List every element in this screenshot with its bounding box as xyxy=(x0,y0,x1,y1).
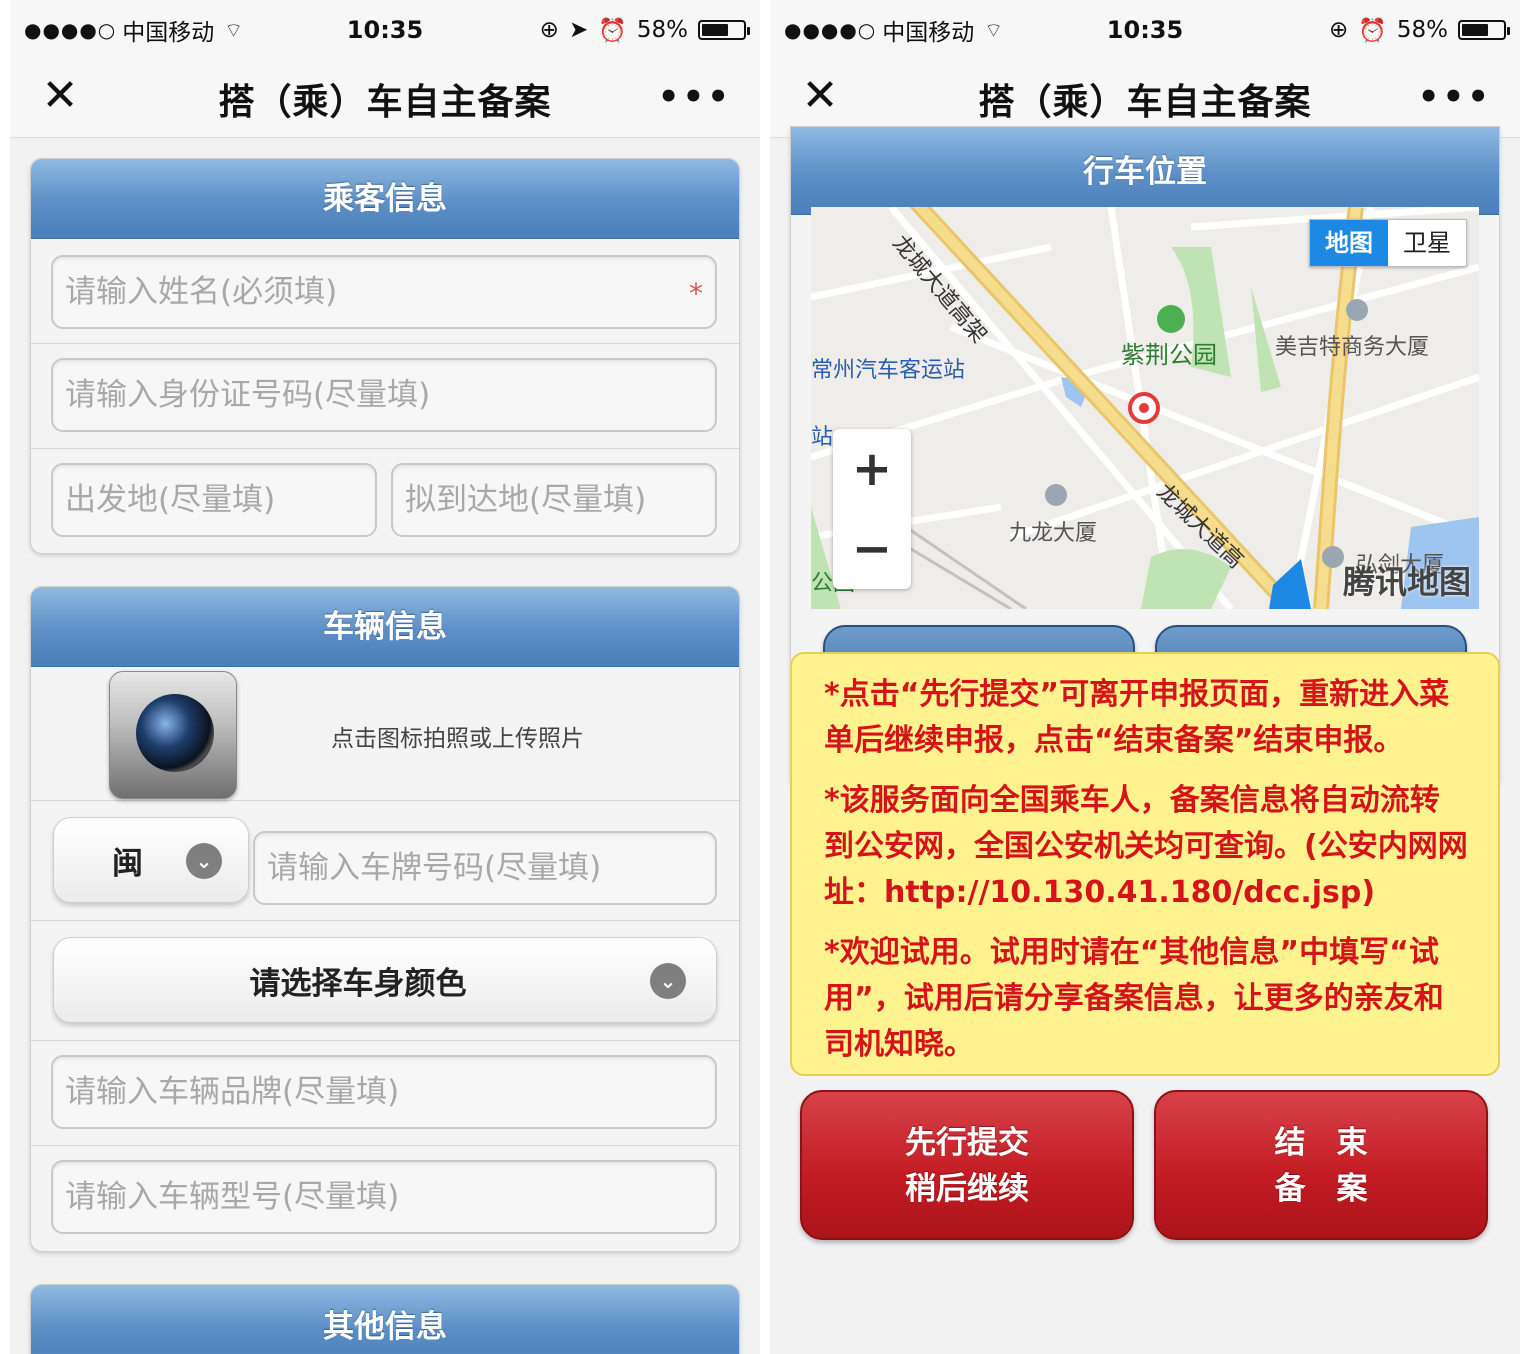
status-bar: ●●●●○ 中国移动 ⌔ 10:35 ⊕ ⏰ 58% xyxy=(770,0,1520,60)
battery-icon xyxy=(698,20,750,40)
id-row: 请输入身份证号码(尽量填) xyxy=(31,344,739,449)
name-input[interactable]: 请输入姓名(必须填) * xyxy=(51,255,717,329)
other-panel: 其他信息 xyxy=(30,1284,740,1354)
other-heading: 其他信息 xyxy=(31,1285,739,1354)
close-icon[interactable]: ✕ xyxy=(38,74,82,118)
location-heading: 行车位置 xyxy=(791,127,1499,215)
map-label-meijite: 美吉特商务大厦 xyxy=(1275,335,1430,360)
status-bar: ●●●●○ 中国移动 ⌔ 10:35 ⊕ ➤ ⏰ 58% xyxy=(10,0,760,60)
plate-number-input[interactable]: 请输入车牌号码(尽量填) xyxy=(253,831,717,905)
map-type-switch: 地图 卫星 xyxy=(1309,219,1467,267)
required-mark: * xyxy=(689,277,703,310)
more-icon[interactable]: ••• xyxy=(658,80,732,114)
submit-later-button[interactable]: 先行提交 稍后继续 xyxy=(800,1090,1134,1240)
submit-label-line1: 先行提交 xyxy=(905,1125,1029,1161)
chevron-down-icon: ⌄ xyxy=(650,963,686,999)
notice-paragraph-2: *该服务面向全国乘车人，备案信息将自动流转到公安网，全国公安机关均可查询。(公安… xyxy=(824,783,1468,910)
rotation-lock-icon: ⊕ xyxy=(539,17,559,43)
map-label-station: 常州汽车客运站 xyxy=(811,358,966,383)
notice-paragraph-1: *点击“先行提交”可离开申报页面，重新进入菜单后继续申报，点击“结束备案”结束申… xyxy=(824,677,1450,758)
camera-icon[interactable] xyxy=(109,671,237,799)
map-brand-logo: 腾讯地图 xyxy=(1342,563,1471,601)
zoom-out-button[interactable]: − xyxy=(833,509,911,589)
alarm-icon: ⏰ xyxy=(1358,17,1387,44)
color-row: 请选择车身颜色 ⌄ xyxy=(31,921,739,1041)
finish-filing-button[interactable]: 结 束 备 案 xyxy=(1154,1090,1488,1240)
id-number-input[interactable]: 请输入身份证号码(尽量填) xyxy=(51,358,717,432)
map-view[interactable]: 龙城大道高架 紫荆公园 常州汽车客运站 站 公园 美吉特商务大厦 九龙大厦 龙城… xyxy=(811,207,1479,609)
alarm-icon: ⏰ xyxy=(598,17,627,44)
passenger-heading: 乘客信息 xyxy=(31,159,739,239)
map-label-park: 紫荆公园 xyxy=(1121,341,1217,369)
vehicle-panel: 车辆信息 点击图标拍照或上传照片 闽 ⌄ 请输入车牌号码(尽量填) 请选择车身颜… xyxy=(30,586,740,1252)
body-color-label: 请选择车身颜色 xyxy=(249,966,467,1002)
photo-hint: 点击图标拍照或上传照片 xyxy=(331,726,584,752)
vehicle-model-input[interactable]: 请输入车辆型号(尽量填) xyxy=(51,1160,717,1234)
submit-label-line2: 稍后继续 xyxy=(905,1171,1029,1207)
finish-label-line2: 备 案 xyxy=(1274,1171,1368,1207)
battery-icon xyxy=(1458,20,1510,40)
more-icon[interactable]: ••• xyxy=(1418,80,1492,114)
location-arrow-icon: ➤ xyxy=(568,17,589,43)
plate-prefix-select[interactable]: 闽 ⌄ xyxy=(53,817,249,903)
page-title: 搭（乘）车自主备案 xyxy=(218,81,552,123)
battery-percent: 58% xyxy=(1396,17,1448,43)
route-row: 出发地(尽量填) 拟到达地(尽量填) xyxy=(31,449,739,553)
battery-percent: 58% xyxy=(636,17,688,43)
vehicle-brand-input[interactable]: 请输入车辆品牌(尽量填) xyxy=(51,1055,717,1129)
right-screen: ●●●●○ 中国移动 ⌔ 10:35 ⊕ ⏰ 58% ✕ 搭（乘）车自主备案 •… xyxy=(770,0,1520,1354)
left-screen: ●●●●○ 中国移动 ⌔ 10:35 ⊕ ➤ ⏰ 58% ✕ 搭（乘）车自主备案… xyxy=(10,0,760,1354)
passenger-panel: 乘客信息 请输入姓名(必须填) * 请输入身份证号码(尽量填) 出发地(尽量填)… xyxy=(30,158,740,554)
signal-icon: ●●●●○ xyxy=(784,18,877,42)
signal-icon: ●●●●○ xyxy=(24,18,117,42)
wifi-icon: ⌔ xyxy=(984,17,1004,42)
departure-input[interactable]: 出发地(尽量填) xyxy=(51,463,377,537)
name-placeholder: 请输入姓名(必须填) xyxy=(65,274,338,310)
body-color-select[interactable]: 请选择车身颜色 ⌄ xyxy=(53,937,717,1023)
destination-input[interactable]: 拟到达地(尽量填) xyxy=(391,463,717,537)
finish-label-line1: 结 束 xyxy=(1274,1125,1368,1161)
carrier-label: 中国移动 xyxy=(122,20,215,46)
rotation-lock-icon: ⊕ xyxy=(1328,17,1349,43)
nav-bar: ✕ 搭（乘）车自主备案 ••• xyxy=(10,60,760,138)
plate-prefix-value: 闽 xyxy=(112,846,143,882)
page-title: 搭（乘）车自主备案 xyxy=(978,81,1312,123)
close-icon[interactable]: ✕ xyxy=(798,74,842,118)
tab-satellite[interactable]: 卫星 xyxy=(1388,220,1466,266)
map-label-jiulong: 九龙大厦 xyxy=(1009,521,1098,546)
name-row: 请输入姓名(必须填) * xyxy=(31,239,739,344)
wifi-icon: ⌔ xyxy=(224,17,244,42)
notice-box: *点击“先行提交”可离开申报页面，重新进入菜单后继续申报，点击“结束备案”结束申… xyxy=(790,652,1500,1076)
notice-paragraph-3: *欢迎试用。试用时请在“其他信息”中填写“试用”，试用后请分享备案信息，让更多的… xyxy=(824,935,1444,1062)
zoom-in-button[interactable]: + xyxy=(833,429,911,509)
plate-row: 闽 ⌄ 请输入车牌号码(尽量填) xyxy=(31,801,739,921)
model-row: 请输入车辆型号(尽量填) xyxy=(31,1146,739,1251)
photo-row: 点击图标拍照或上传照片 xyxy=(31,667,739,801)
chevron-down-icon: ⌄ xyxy=(186,843,222,879)
map-label-station-part: 站 xyxy=(811,425,834,450)
brand-row: 请输入车辆品牌(尽量填) xyxy=(31,1041,739,1146)
zoom-control: + − xyxy=(833,429,911,589)
carrier-label: 中国移动 xyxy=(882,20,975,46)
tab-map[interactable]: 地图 xyxy=(1310,220,1388,266)
vehicle-heading: 车辆信息 xyxy=(31,587,739,667)
